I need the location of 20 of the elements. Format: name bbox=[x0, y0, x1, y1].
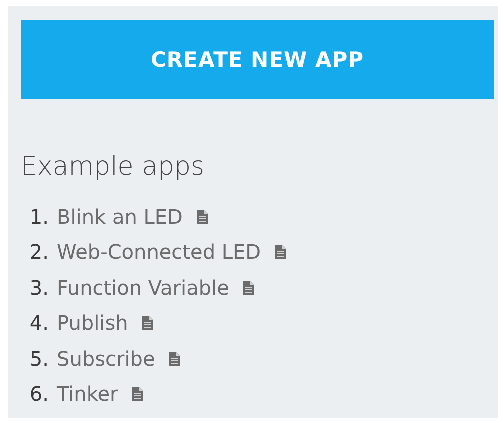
document-icon[interactable] bbox=[169, 352, 180, 366]
document-icon[interactable] bbox=[132, 387, 144, 402]
example-link[interactable]: Web-Connected LED bbox=[57, 240, 262, 264]
example-link[interactable]: Subscribe bbox=[57, 346, 156, 371]
list-number: 4. bbox=[28, 311, 50, 336]
document-icon[interactable] bbox=[275, 245, 286, 260]
example-link[interactable]: Function Variable bbox=[57, 276, 230, 300]
list-number: 5. bbox=[28, 346, 50, 371]
list-number: 3. bbox=[28, 276, 50, 300]
list-number: 2. bbox=[28, 240, 50, 264]
list-number: 6. bbox=[28, 382, 50, 406]
create-new-app-button[interactable]: CREATE NEW APP bbox=[21, 20, 494, 99]
section-title: Example apps bbox=[21, 151, 206, 183]
document-icon[interactable] bbox=[243, 280, 254, 295]
example-link[interactable]: Blink an LED bbox=[57, 204, 183, 229]
list-number: 1. bbox=[28, 204, 50, 229]
document-icon[interactable] bbox=[142, 316, 154, 330]
example-link[interactable]: Publish bbox=[57, 311, 128, 336]
document-icon[interactable] bbox=[196, 210, 208, 224]
example-link[interactable]: Tinker bbox=[57, 382, 118, 406]
